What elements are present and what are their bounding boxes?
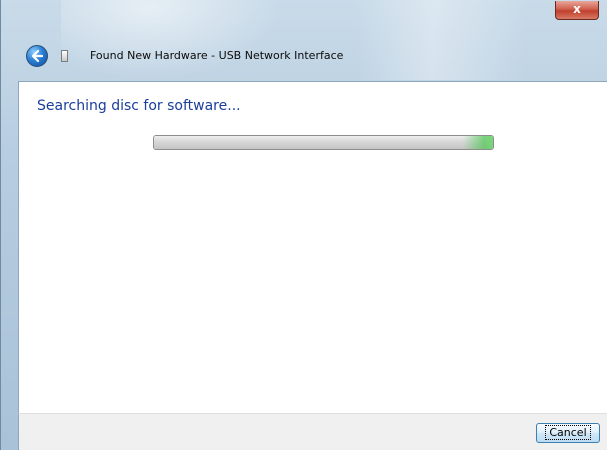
progress-track-fill <box>154 136 493 149</box>
usb-device-icon <box>61 50 68 62</box>
cancel-button-label: Cancel <box>545 425 591 440</box>
progress-marquee-glow <box>463 136 493 149</box>
back-button[interactable] <box>26 45 48 67</box>
dialog-footer <box>18 413 607 450</box>
window-title: Found New Hardware - USB Network Interfa… <box>90 49 344 62</box>
status-heading: Searching disc for software... <box>37 98 241 114</box>
back-arrow-icon <box>31 49 44 63</box>
close-button[interactable]: x <box>555 1 599 20</box>
cancel-button[interactable]: Cancel <box>536 423 600 443</box>
dialog-window: x Found New Hardware - USB Network Inter… <box>0 0 607 450</box>
content-area <box>18 81 607 413</box>
search-progress-bar <box>153 135 494 150</box>
close-icon: x <box>573 2 581 16</box>
titlebar-glass-highlight <box>61 0 281 80</box>
titlebar-glass-glow <box>356 0 526 80</box>
